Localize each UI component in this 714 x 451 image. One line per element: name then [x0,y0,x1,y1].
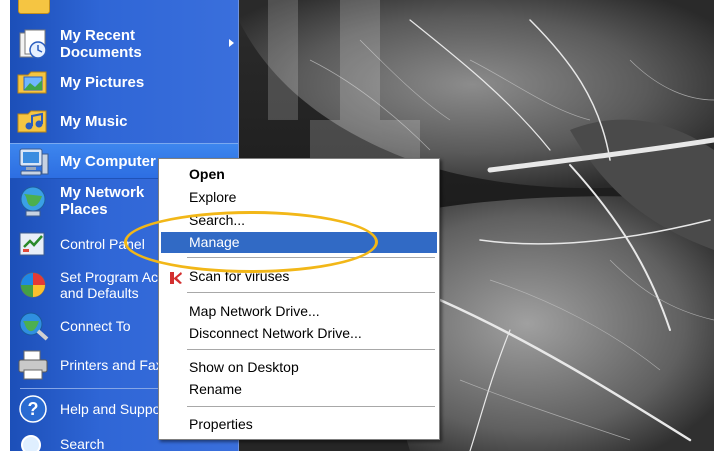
start-item-label: My Recent [60,27,136,44]
start-item-my-pictures[interactable]: My Pictures [10,64,238,100]
context-menu: Open Explore Search... Manage Scan for v… [158,158,440,440]
my-pictures-icon [16,65,50,99]
menu-item-search[interactable]: Search... [161,210,437,231]
set-program-access-icon [16,268,50,302]
menu-separator [187,349,435,350]
menu-item-label: Scan for viruses [189,268,290,284]
start-item-label: Help and Support [60,401,169,417]
menu-item-show-on-desktop[interactable]: Show on Desktop [161,357,437,378]
control-panel-icon [16,227,50,261]
menu-item-explore[interactable]: Explore [161,187,437,208]
start-item-label: My Computer [60,152,156,170]
desktop-screen: My Recent Documents My Pictures My Music … [10,0,714,451]
printers-icon [16,348,50,382]
start-item-recent-documents[interactable]: My Recent Documents [10,24,238,64]
start-item-label: Control Panel [60,236,145,252]
search-icon [16,432,50,451]
start-item-label: My Music [60,112,128,130]
menu-item-properties[interactable]: Properties [161,414,437,435]
menu-separator [187,406,435,407]
menu-separator [187,257,435,258]
menu-item-open[interactable]: Open [161,164,437,185]
antivirus-icon [169,270,183,284]
connect-to-icon [16,309,50,343]
menu-item-scan-viruses[interactable]: Scan for viruses [161,266,437,287]
start-item-label: Documents [60,44,142,61]
start-item-label: My Network [60,184,145,201]
menu-item-disconnect-network-drive[interactable]: Disconnect Network Drive... [161,323,437,344]
recent-documents-icon [16,27,50,61]
help-icon: ? [16,392,50,426]
folder-icon [18,0,50,14]
start-item-label: Places [60,201,108,218]
menu-item-rename[interactable]: Rename [161,379,437,400]
network-places-icon [16,184,50,218]
my-music-icon [16,104,50,138]
start-item-label: Search [60,436,105,451]
menu-item-manage[interactable]: Manage [161,232,437,253]
menu-separator [187,292,435,293]
start-item-my-music[interactable]: My Music [10,103,238,139]
start-item-label: Connect To [60,318,131,334]
submenu-arrow-icon [229,39,234,47]
menu-item-map-network-drive[interactable]: Map Network Drive... [161,301,437,322]
my-computer-icon [16,144,50,178]
start-item-label: My Pictures [60,73,145,91]
svg-text:?: ? [28,399,39,419]
